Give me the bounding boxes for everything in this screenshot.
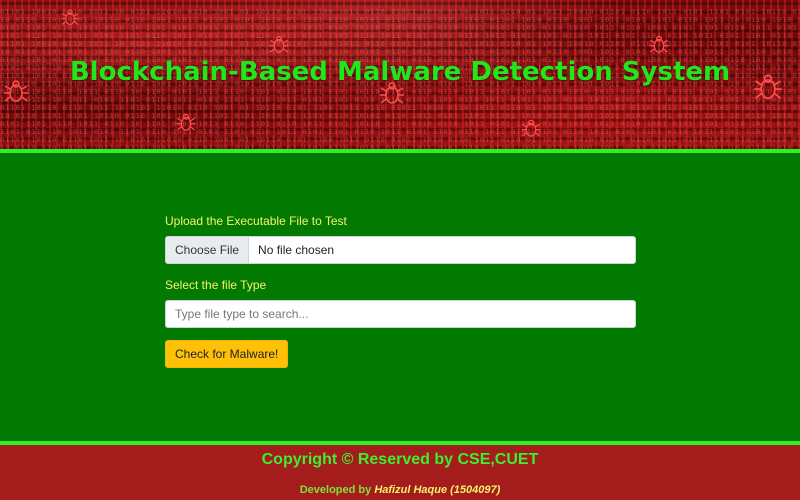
developer-credit: Developed by Hafizul Haque (1504097): [0, 484, 800, 496]
developed-by-label: Developed by: [299, 484, 372, 496]
page-title: Blockchain-Based Malware Detection Syste…: [69, 57, 731, 87]
bug-icon: [649, 35, 669, 53]
file-status-text: No file chosen: [258, 243, 335, 257]
bug-icon: [269, 35, 289, 53]
main-panel: Upload the Executable File to Test Choos…: [0, 153, 800, 441]
developer-name: Hafizul Haque (1504097): [374, 484, 501, 496]
choose-file-button[interactable]: Choose File: [166, 237, 250, 263]
upload-label: Upload the Executable File to Test: [165, 214, 347, 228]
file-type-label: Select the file Type: [165, 278, 267, 292]
check-malware-button[interactable]: Check for Malware!: [165, 340, 289, 368]
file-type-search-input[interactable]: [165, 300, 636, 328]
footer: Copyright © Reserved by CSE,CUET Develop…: [0, 445, 800, 500]
bug-icon: [521, 119, 541, 137]
file-upload-input[interactable]: Choose File No file chosen: [165, 236, 636, 264]
bug-icon: [176, 113, 196, 131]
bug-icon: [61, 9, 79, 25]
header-banner: 01101 10010 0110 1011 10 0101 11010 0110…: [0, 0, 800, 149]
copyright-text: Copyright © Reserved by CSE,CUET: [261, 451, 539, 468]
